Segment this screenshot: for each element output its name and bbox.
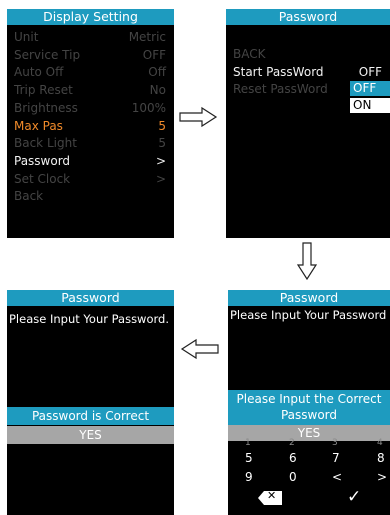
menu-item-label: Password <box>14 153 71 168</box>
menu-item-label: Max Pas <box>14 118 63 133</box>
keypad-key-7[interactable]: 7 <box>332 451 340 465</box>
menu-item-value: 5 <box>158 118 166 133</box>
menu-item-set-clock[interactable]: Set Clock > <box>14 171 166 188</box>
password-correct-screen: Password Please Input Your Password. Pas… <box>7 290 174 515</box>
keypad-key[interactable]: 3 <box>332 438 338 448</box>
menu-item-value: > <box>155 171 166 186</box>
keypad-key[interactable]: 1 <box>245 438 251 448</box>
menu-item-label: Service Tip <box>14 47 81 62</box>
screen-title: Password <box>7 290 174 306</box>
start-password-item[interactable]: Start PassWord OFF <box>233 64 382 81</box>
keypad-key-6[interactable]: 6 <box>289 451 297 465</box>
menu-item-max-pas[interactable]: Max Pas 5 <box>14 118 166 135</box>
menu-item-value: OFF <box>142 47 166 62</box>
menu-item-value: 5 <box>158 136 166 151</box>
menu-item-value: No <box>149 83 166 98</box>
password-input-screen: Password Please Input Your Password Plea… <box>228 290 390 515</box>
menu-item-value: 100% <box>131 100 166 115</box>
menu-item-label: Trip Reset <box>14 83 73 98</box>
dropdown-option-off[interactable]: OFF <box>350 81 390 96</box>
start-password-value: OFF <box>358 65 382 79</box>
yes-button[interactable]: YES <box>7 426 174 444</box>
checkmark-icon[interactable]: ✓ <box>347 487 361 507</box>
arrow-left-icon <box>180 338 219 360</box>
password-settings-screen: Password BACK Start PassWord OFF Reset P… <box>226 9 390 238</box>
menu-item-value: > <box>155 153 166 168</box>
screen-title: Password <box>228 290 390 306</box>
menu-item-label: Auto Off <box>14 65 64 80</box>
arrow-down-icon <box>296 242 318 281</box>
keypad-key-9[interactable]: 9 <box>245 470 253 484</box>
keypad-key-right[interactable]: > <box>377 470 387 484</box>
menu-item-value: Metric <box>128 30 166 44</box>
screen-title: Display Setting <box>7 9 174 25</box>
menu-item-back[interactable]: Back <box>14 188 166 205</box>
dropdown-option-on[interactable]: ON <box>350 98 390 113</box>
keypad-key-8[interactable]: 8 <box>377 451 385 465</box>
keypad-key[interactable]: 2 <box>289 438 295 448</box>
menu-item-label: Back Light <box>14 136 77 151</box>
password-prompt: Please Input Your Password. <box>9 312 169 326</box>
menu-item-back-light[interactable]: Back Light 5 <box>14 135 166 152</box>
screen-title: Password <box>226 9 390 25</box>
menu-item-brightness[interactable]: Brightness 100% <box>14 100 166 117</box>
menu-item-value: Off <box>148 65 166 80</box>
menu-item-service-tip[interactable]: Service Tip OFF <box>14 47 166 64</box>
keypad-key-left[interactable]: < <box>332 470 342 484</box>
status-message: Please Input the Correct Password <box>228 390 390 425</box>
keypad-key[interactable]: 4 <box>377 438 383 448</box>
yes-button[interactable]: YES <box>228 425 390 441</box>
menu-item-label: Unit <box>14 30 39 44</box>
menu-item-label: Set Clock <box>14 171 71 186</box>
menu-item-trip-reset[interactable]: Trip Reset No <box>14 82 166 99</box>
backspace-icon[interactable]: ✕ <box>258 489 282 505</box>
menu-item-auto-off[interactable]: Auto Off Off <box>14 64 166 81</box>
back-item[interactable]: BACK <box>233 46 382 63</box>
display-setting-screen: Display Setting Unit Metric Service Tip OFF… <box>7 9 174 238</box>
menu-item-label: Brightness <box>14 100 78 115</box>
menu-item-label: Back <box>14 189 44 204</box>
status-message: Password is Correct <box>7 407 174 425</box>
menu-item-unit[interactable]: Unit Metric <box>14 29 166 46</box>
arrow-right-icon <box>179 106 218 128</box>
keypad-key-0[interactable]: 0 <box>289 470 297 484</box>
menu-item-password[interactable]: Password > <box>14 153 166 170</box>
password-prompt: Please Input Your Password <box>230 308 387 322</box>
keypad-key-5[interactable]: 5 <box>245 451 253 465</box>
